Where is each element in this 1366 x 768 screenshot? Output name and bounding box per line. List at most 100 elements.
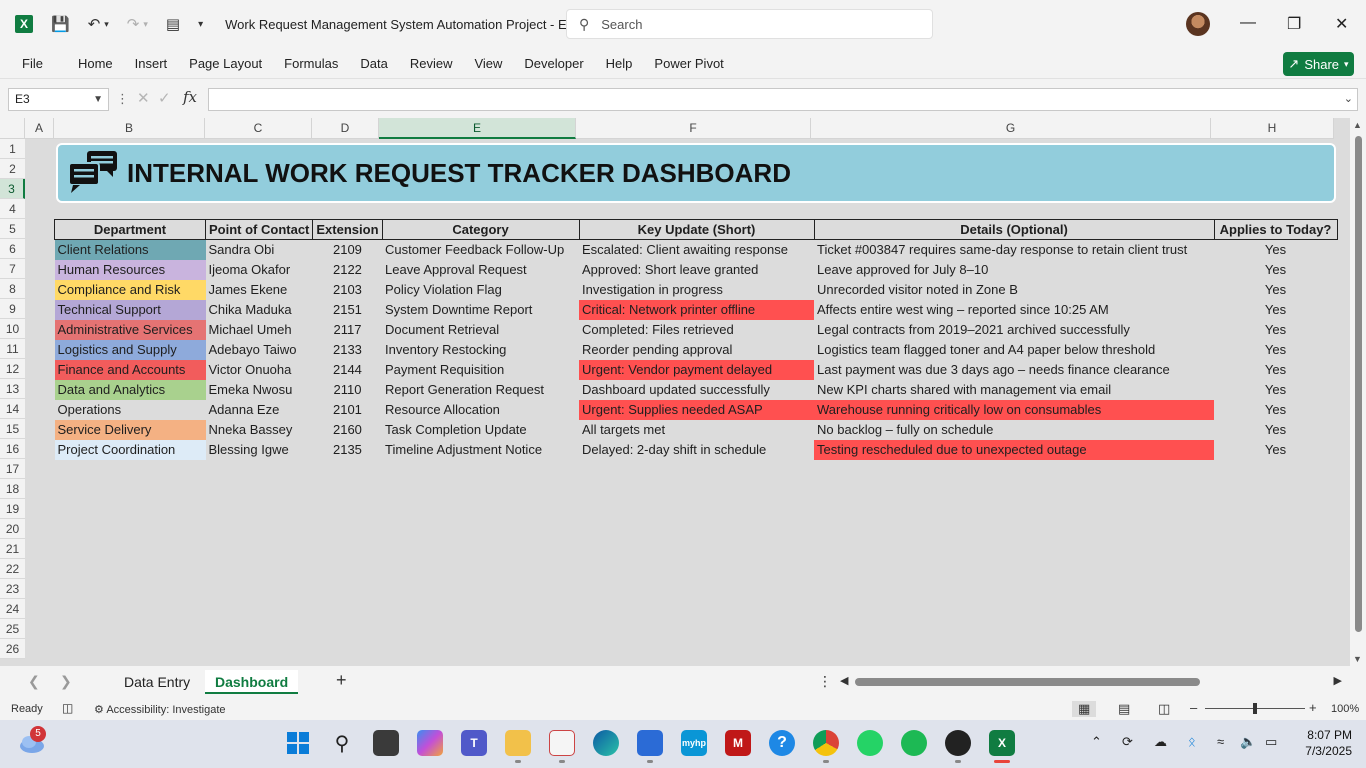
column-header-h[interactable]: H — [1211, 118, 1334, 139]
tab-review[interactable]: Review — [399, 56, 464, 71]
update-cell[interactable]: Reorder pending approval — [579, 340, 814, 360]
macro-record-icon[interactable]: ◫ — [62, 701, 73, 715]
header-details[interactable]: Details (Optional) — [813, 219, 1215, 240]
header-update[interactable]: Key Update (Short) — [578, 219, 815, 240]
horizontal-scrollbar[interactable]: ◀ ▶ — [840, 675, 1350, 689]
extension-cell[interactable]: 2133 — [313, 340, 382, 360]
zoom-in-icon[interactable]: + — [1309, 700, 1317, 715]
category-cell[interactable]: Inventory Restocking — [382, 340, 579, 360]
category-cell[interactable]: Report Generation Request — [382, 380, 579, 400]
contact-cell[interactable]: Adanna Eze — [206, 400, 313, 420]
tab-page-layout[interactable]: Page Layout — [178, 56, 273, 71]
redo-icon[interactable]: ↷ — [127, 15, 140, 33]
onedrive-icon[interactable]: ☁ — [1154, 734, 1167, 750]
add-sheet-icon[interactable]: + — [336, 670, 347, 691]
update-cell[interactable]: Critical: Network printer offline — [579, 299, 815, 320]
department-cell[interactable]: Operations — [55, 400, 206, 420]
row-header[interactable]: 15 — [0, 419, 25, 439]
contact-cell[interactable]: Nneka Bassey — [206, 420, 313, 440]
formula-input[interactable]: ⌄ — [208, 88, 1358, 111]
undo-dropdown-icon[interactable]: ▾ — [104, 19, 109, 30]
department-cell[interactable]: Technical Support — [54, 299, 206, 320]
category-cell[interactable]: Task Completion Update — [382, 420, 579, 440]
name-box[interactable]: E3 ▼ — [8, 88, 109, 111]
row-header[interactable]: 24 — [0, 599, 25, 619]
edge-icon[interactable] — [593, 730, 619, 756]
sheet-tab-data-entry[interactable]: Data Entry — [114, 670, 200, 694]
today-cell[interactable]: Yes — [1214, 260, 1337, 280]
category-cell[interactable]: Document Retrieval — [382, 320, 579, 340]
horizontal-scroll-thumb[interactable] — [855, 678, 1200, 686]
row-header[interactable]: 1 — [0, 139, 25, 159]
row-header[interactable]: 19 — [0, 499, 25, 519]
row-header[interactable]: 3 — [0, 179, 25, 199]
details-cell[interactable]: Logistics team flagged toner and A4 pape… — [814, 340, 1214, 360]
file-explorer-icon[interactable] — [505, 730, 531, 756]
sheet-next-icon[interactable]: ❯ — [60, 673, 72, 690]
contact-cell[interactable]: Emeka Nwosu — [206, 380, 313, 400]
vertical-scroll-thumb[interactable] — [1355, 136, 1362, 632]
category-cell[interactable]: Resource Allocation — [382, 400, 579, 420]
task-view-icon[interactable] — [373, 730, 399, 756]
today-cell[interactable]: Yes — [1214, 240, 1337, 260]
undo-icon[interactable]: ↶ — [88, 15, 101, 33]
update-cell[interactable]: All targets met — [579, 420, 814, 440]
today-cell[interactable]: Yes — [1214, 440, 1337, 460]
scroll-left-icon[interactable]: ◀ — [840, 674, 848, 687]
category-cell[interactable]: System Downtime Report — [382, 300, 579, 320]
sheet-prev-icon[interactable]: ❮ — [28, 673, 40, 690]
update-cell[interactable]: Completed: Files retrieved — [579, 320, 814, 340]
contact-cell[interactable]: Ijeoma Okafor — [206, 260, 313, 280]
details-cell[interactable]: New KPI charts shared with management vi… — [814, 380, 1214, 400]
get-help-icon[interactable]: ? — [769, 730, 795, 756]
today-cell[interactable]: Yes — [1214, 300, 1337, 320]
battery-icon[interactable]: ▭ — [1265, 734, 1277, 750]
details-cell[interactable]: Leave approved for July 8–10 — [814, 260, 1214, 280]
myhp-icon[interactable]: myhp — [681, 730, 707, 756]
details-cell[interactable]: Testing rescheduled due to unexpected ou… — [814, 439, 1215, 460]
tab-file[interactable]: File — [11, 56, 54, 71]
tab-power-pivot[interactable]: Power Pivot — [643, 56, 734, 71]
vertical-scrollbar[interactable]: ▲ ▼ — [1350, 118, 1366, 666]
row-header[interactable]: 20 — [0, 519, 25, 539]
zoom-out-icon[interactable]: – — [1190, 700, 1197, 715]
sync-icon[interactable]: ⟳ — [1122, 734, 1133, 750]
column-header-b[interactable]: B — [54, 118, 205, 139]
windows-start-icon[interactable] — [285, 730, 311, 756]
column-header-d[interactable]: D — [312, 118, 379, 139]
row-header[interactable]: 16 — [0, 439, 25, 459]
details-cell[interactable]: Ticket #003847 requires same-day respons… — [814, 240, 1214, 260]
today-cell[interactable]: Yes — [1214, 360, 1337, 380]
update-cell[interactable]: Investigation in progress — [579, 280, 814, 300]
row-header[interactable]: 22 — [0, 559, 25, 579]
extension-cell[interactable]: 2101 — [313, 400, 382, 420]
details-cell[interactable]: Warehouse running critically low on cons… — [814, 399, 1215, 420]
insert-function-icon[interactable]: fx — [183, 88, 197, 106]
extension-cell[interactable]: 2103 — [313, 280, 382, 300]
row-header[interactable]: 6 — [0, 239, 25, 259]
row-header[interactable]: 26 — [0, 639, 25, 659]
worksheet-grid[interactable]: A B C D E F G H 1 2 3 4 5 6 7 8 9 10 11 12 13 14 15 16 1… — [0, 118, 1366, 666]
teams-icon[interactable]: T — [461, 730, 487, 756]
save-icon[interactable]: 💾 — [51, 15, 70, 33]
tab-developer[interactable]: Developer — [513, 56, 594, 71]
row-header[interactable]: 14 — [0, 399, 25, 419]
details-cell[interactable]: No backlog – fully on schedule — [814, 420, 1214, 440]
column-header-c[interactable]: C — [205, 118, 312, 139]
category-cell[interactable]: Customer Feedback Follow-Up — [382, 240, 579, 260]
page-break-view-icon[interactable]: ◫ — [1158, 701, 1170, 717]
department-cell[interactable]: Service Delivery — [54, 419, 206, 440]
today-cell[interactable]: Yes — [1214, 320, 1337, 340]
tab-insert[interactable]: Insert — [124, 56, 179, 71]
header-contact[interactable]: Point of Contact — [204, 219, 314, 240]
department-cell[interactable]: Human Resources — [54, 259, 206, 280]
copilot-icon[interactable] — [417, 730, 443, 756]
contact-cell[interactable]: Sandra Obi — [206, 240, 313, 260]
category-cell[interactable]: Payment Requisition — [382, 360, 579, 380]
taskbar-search-icon[interactable]: ⚲ — [329, 730, 355, 756]
scroll-right-icon[interactable]: ▶ — [1334, 674, 1342, 687]
department-cell[interactable]: Logistics and Supply — [54, 339, 206, 360]
chevron-up-icon[interactable]: ⌃ — [1091, 734, 1102, 750]
sheet-tab-dashboard[interactable]: Dashboard — [205, 670, 299, 694]
update-cell[interactable]: Urgent: Supplies needed ASAP — [579, 399, 815, 420]
